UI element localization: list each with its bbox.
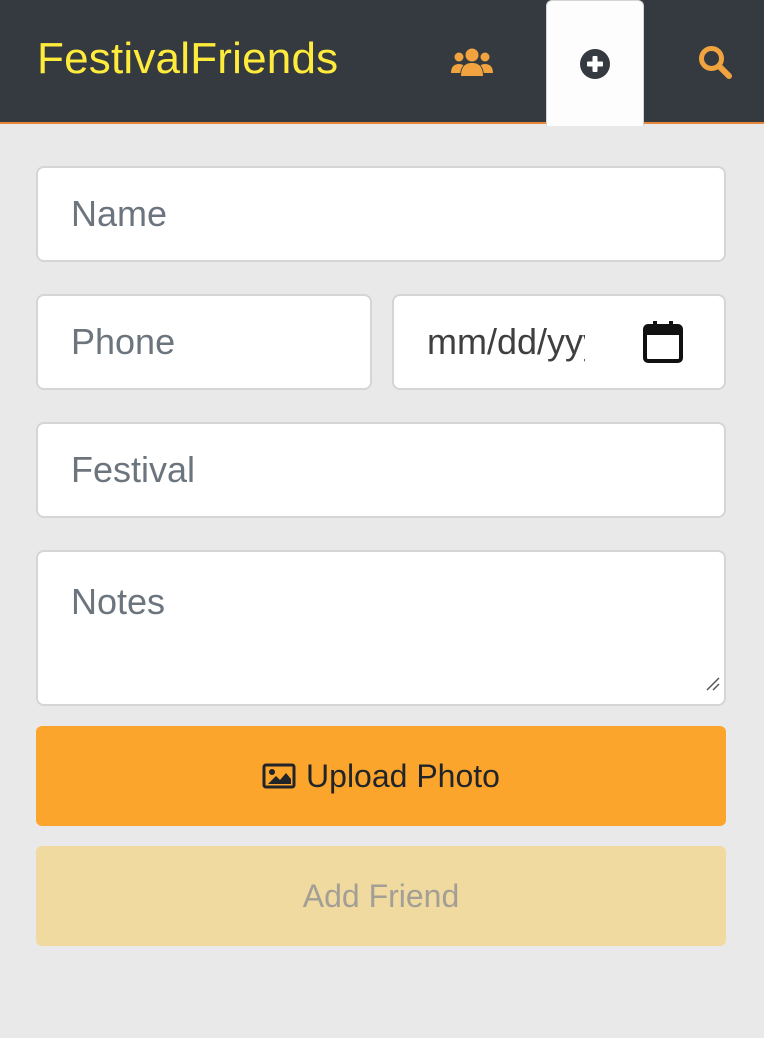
nav-friends-button[interactable] (430, 0, 514, 124)
calendar-icon[interactable] (642, 320, 684, 373)
search-icon (699, 46, 732, 79)
name-placeholder: Name (71, 193, 168, 234)
name-input[interactable]: Name (36, 166, 726, 262)
users-icon (451, 48, 493, 76)
image-icon (262, 763, 296, 789)
phone-placeholder: Phone (71, 321, 176, 362)
notes-textarea[interactable]: Notes (36, 550, 726, 706)
upload-photo-label: Upload Photo (306, 757, 500, 794)
date-placeholder: mm/dd/yyyy (427, 321, 585, 362)
plus-circle-icon (580, 48, 610, 79)
add-friend-button[interactable]: Add Friend (36, 846, 726, 946)
upload-photo-button[interactable]: Upload Photo (36, 726, 726, 826)
resize-handle-icon[interactable] (705, 659, 721, 701)
festival-input[interactable]: Festival (36, 422, 726, 518)
brand-title[interactable]: FestivalFriends (37, 33, 338, 85)
phone-input[interactable]: Phone (36, 294, 372, 390)
notes-placeholder: Notes (71, 581, 166, 622)
navbar: FestivalFriends (0, 0, 764, 126)
nav-search-button[interactable] (680, 0, 750, 124)
add-friend-label: Add Friend (302, 877, 460, 914)
festival-placeholder: Festival (71, 449, 196, 490)
date-input[interactable]: mm/dd/yyyy (392, 294, 726, 390)
nav-add-friend-tab[interactable] (546, 0, 644, 126)
